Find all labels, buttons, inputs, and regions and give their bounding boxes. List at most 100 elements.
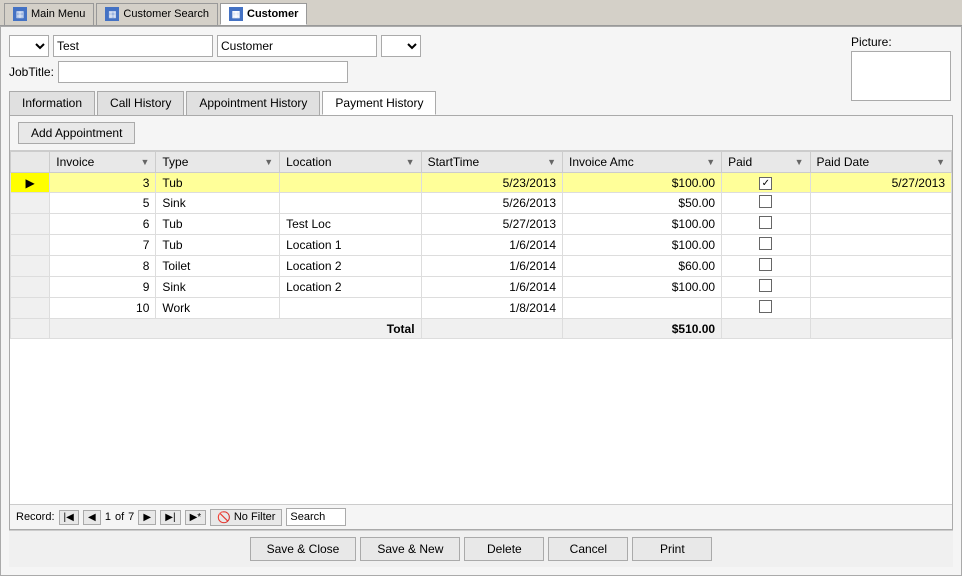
invoice-cell: 6	[50, 214, 156, 235]
type-cell: Tub	[156, 173, 280, 193]
starttime-col-header[interactable]: StartTime ▼	[421, 152, 562, 173]
cancel-button[interactable]: Cancel	[548, 537, 628, 561]
amount-cell	[563, 298, 722, 319]
total-indicator	[11, 319, 50, 339]
payment-table: Invoice ▼ Type ▼ Locatio	[10, 151, 952, 339]
customer-icon: ▦	[229, 7, 243, 21]
table-container: Add Appointment Invoice ▼	[9, 115, 953, 530]
type-cell: Work	[156, 298, 280, 319]
nav-filter[interactable]: 🚫 No Filter	[210, 509, 282, 526]
tab-payment-history[interactable]: Payment History	[322, 91, 436, 115]
location-cell	[280, 193, 421, 214]
paiddate-col-header[interactable]: Paid Date ▼	[810, 152, 952, 173]
type-cell: Sink	[156, 277, 280, 298]
paid-cell[interactable]	[722, 256, 810, 277]
starttime-cell: 1/6/2014	[421, 277, 562, 298]
jobtitle-row: JobTitle:	[9, 61, 953, 83]
paid-checkbox-unchecked[interactable]	[759, 195, 772, 208]
total-row: Total $510.00	[11, 319, 952, 339]
paid-checkbox-unchecked[interactable]	[759, 258, 772, 271]
location-cell: Test Loc	[280, 214, 421, 235]
paid-cell[interactable]	[722, 214, 810, 235]
paid-checkbox-unchecked[interactable]	[759, 216, 772, 229]
table-scroll[interactable]: Invoice ▼ Type ▼ Locatio	[10, 151, 952, 504]
window-content: Picture: Test Customer JobTitle: Informa…	[0, 26, 962, 576]
nav-bar: Record: |◀ ◀ 1 of 7 ▶ ▶| ▶* 🚫 No Filter …	[10, 504, 952, 529]
nav-search-input[interactable]: Search	[286, 508, 346, 526]
tab-customer[interactable]: ▦ Customer	[220, 3, 307, 25]
invoice-sort-icon: ▼	[140, 157, 149, 167]
table-header-row: Invoice ▼ Type ▼ Locatio	[11, 152, 952, 173]
invoice-col-header[interactable]: Invoice ▼	[50, 152, 156, 173]
tab-bar: ▦ Main Menu ▦ Customer Search ▦ Customer	[0, 0, 962, 26]
location-cell	[280, 173, 421, 193]
nav-total: 7	[128, 511, 134, 523]
row-indicator	[11, 277, 50, 298]
save-close-button[interactable]: Save & Close	[250, 537, 357, 561]
location-col-header[interactable]: Location ▼	[280, 152, 421, 173]
amount-col-header[interactable]: Invoice Amc ▼	[563, 152, 722, 173]
suffix-select[interactable]	[381, 35, 421, 57]
paid-col-header[interactable]: Paid ▼	[722, 152, 810, 173]
paid-cell[interactable]	[722, 193, 810, 214]
starttime-cell: 5/23/2013	[421, 173, 562, 193]
invoice-cell: 5	[50, 193, 156, 214]
paid-checkbox-unchecked[interactable]	[759, 279, 772, 292]
main-menu-icon: ▦	[13, 7, 27, 21]
starttime-cell: 1/6/2014	[421, 256, 562, 277]
paiddate-cell: 5/27/2013	[810, 173, 952, 193]
paid-cell[interactable]	[722, 277, 810, 298]
nav-next-button[interactable]: ▶	[138, 510, 156, 525]
table-row[interactable]: 10Work 1/8/2014	[11, 298, 952, 319]
record-label: Record:	[16, 511, 55, 523]
table-row[interactable]: 6TubTest Loc5/27/2013$100.00	[11, 214, 952, 235]
invoice-cell: 3	[50, 173, 156, 193]
type-sort-icon: ▼	[264, 157, 273, 167]
paid-checkbox-unchecked[interactable]	[759, 237, 772, 250]
paid-checkbox-checked[interactable]: ✓	[759, 177, 772, 190]
title-select[interactable]	[9, 35, 49, 57]
type-col-header[interactable]: Type ▼	[156, 152, 280, 173]
tab-main-menu[interactable]: ▦ Main Menu	[4, 3, 94, 25]
inner-tab-bar: Information Call History Appointment His…	[9, 91, 953, 115]
tab-customer-search[interactable]: ▦ Customer Search	[96, 3, 218, 25]
add-btn-row: Add Appointment	[10, 116, 952, 151]
invoice-cell: 10	[50, 298, 156, 319]
nav-first-button[interactable]: |◀	[59, 510, 79, 525]
amount-cell: $100.00	[563, 277, 722, 298]
table-row[interactable]: 7TubLocation 11/6/2014$100.00	[11, 235, 952, 256]
last-name-input[interactable]: Customer	[217, 35, 377, 57]
save-new-button[interactable]: Save & New	[360, 537, 460, 561]
paid-cell[interactable]: ✓	[722, 173, 810, 193]
table-row[interactable]: 9SinkLocation 21/6/2014$100.00	[11, 277, 952, 298]
row-indicator	[11, 298, 50, 319]
delete-button[interactable]: Delete	[464, 537, 544, 561]
bottom-bar: Save & Close Save & New Delete Cancel Pr…	[9, 530, 953, 567]
table-row[interactable]: 8ToiletLocation 21/6/2014$60.00	[11, 256, 952, 277]
picture-area	[851, 51, 951, 101]
nav-new-button[interactable]: ▶*	[185, 510, 207, 525]
paid-checkbox-unchecked[interactable]	[759, 300, 772, 313]
row-indicator: ▶	[11, 173, 50, 193]
jobtitle-input[interactable]	[58, 61, 348, 83]
paid-cell[interactable]	[722, 235, 810, 256]
nav-prev-button[interactable]: ◀	[83, 510, 101, 525]
tab-call-history[interactable]: Call History	[97, 91, 184, 115]
amount-cell: $60.00	[563, 256, 722, 277]
paiddate-cell	[810, 256, 952, 277]
tab-appointment-history[interactable]: Appointment History	[186, 91, 320, 115]
nav-last-button[interactable]: ▶|	[160, 510, 180, 525]
starttime-cell: 1/8/2014	[421, 298, 562, 319]
paid-cell[interactable]	[722, 298, 810, 319]
first-name-input[interactable]: Test	[53, 35, 213, 57]
table-row[interactable]: ▶3Tub5/23/2013$100.00✓5/27/2013	[11, 173, 952, 193]
location-cell	[280, 298, 421, 319]
paiddate-cell	[810, 193, 952, 214]
invoice-cell: 8	[50, 256, 156, 277]
starttime-cell: 1/6/2014	[421, 235, 562, 256]
add-appointment-button[interactable]: Add Appointment	[18, 122, 135, 144]
nav-current: 1	[105, 511, 111, 523]
tab-information[interactable]: Information	[9, 91, 95, 115]
print-button[interactable]: Print	[632, 537, 712, 561]
table-row[interactable]: 5Sink5/26/2013$50.00	[11, 193, 952, 214]
